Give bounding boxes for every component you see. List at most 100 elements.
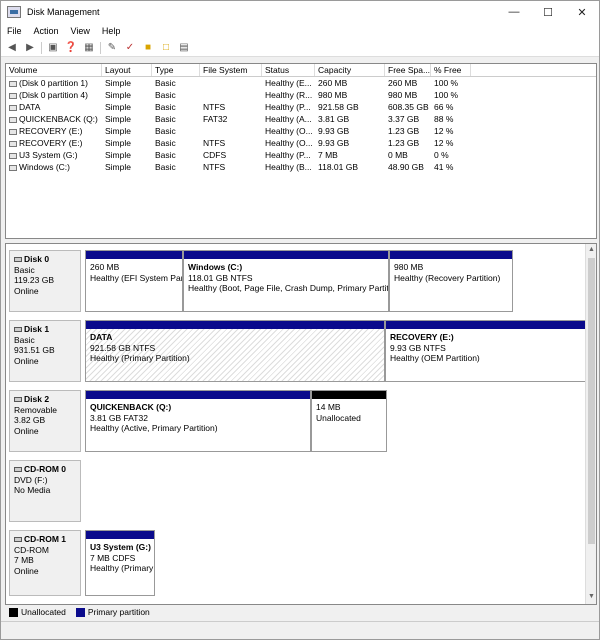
disk-status: Online (14, 565, 39, 576)
column-header-file-system[interactable]: File System (200, 64, 262, 76)
cell-text: 980 MB (318, 90, 348, 100)
cell-text: 3.81 GB (318, 114, 350, 124)
partition-size: 3.81 GB FAT32 (90, 412, 148, 423)
disk-type: Basic (14, 334, 35, 345)
partition[interactable]: QUICKENBACK (Q:) 3.81 GB FAT32 Healthy (Ac… (85, 390, 311, 452)
menu-view[interactable]: View (71, 26, 90, 36)
volume-row[interactable]: RECOVERY (E:) Simple Basic Healthy (O... 9.9… (6, 125, 596, 137)
cell-capacity: 9.93 GB (315, 125, 385, 137)
disk-status: Online (14, 355, 39, 366)
disk-name: Disk 0 (14, 254, 76, 265)
volume-row[interactable]: DATA Simple Basic NTFS Healthy (P... 921.58 G… (6, 101, 596, 113)
cell-text: 41 % (434, 162, 454, 172)
cell-capacity: 9.93 GB (315, 137, 385, 149)
partition[interactable]: RECOVERY (E:) 9.93 GB NTFS Healthy (OEM Pa… (385, 320, 587, 382)
cell-free-space: 48.90 GB (385, 161, 431, 173)
disk-label-4[interactable]: CD-ROM 1 CD-ROM 7 MB Online (9, 530, 81, 596)
disk-label-1[interactable]: Disk 1 Basic 931.51 GB Online (9, 320, 81, 382)
maximize-button[interactable]: ☐ (531, 1, 565, 23)
column-header-capacity[interactable]: Capacity (315, 64, 385, 76)
column-header-percent-free[interactable]: % Free (431, 64, 471, 76)
forward-arrow-icon[interactable]: ▶ (23, 41, 37, 55)
partition[interactable]: 980 MB Healthy (Recovery Partition) (389, 250, 513, 312)
column-header-status[interactable]: Status (262, 64, 315, 76)
connect-icon[interactable]: ✎ (105, 41, 119, 55)
cell-layout: Simple (102, 137, 152, 149)
partition[interactable]: DATA 921.58 GB NTFS Healthy (Primary Parti… (85, 320, 385, 382)
disk-label-0[interactable]: Disk 0 Basic 119.23 GB Online (9, 250, 81, 312)
column-header-type[interactable]: Type (152, 64, 200, 76)
cell-text: Basic (155, 114, 176, 124)
volume-row[interactable]: (Disk 0 partition 1) Simple Basic Healthy (… (6, 77, 596, 89)
column-header-volume[interactable]: Volume (6, 64, 102, 76)
partition[interactable]: 14 MB Unallocated (311, 390, 387, 452)
volume-row[interactable]: QUICKENBACK (Q:) Simple Basic FAT32 Healthy … (6, 113, 596, 125)
menu-action[interactable]: Action (34, 26, 59, 36)
help-icon[interactable]: ❓ (64, 41, 78, 55)
cell-text: DATA (19, 102, 41, 112)
cell-volume: DATA (6, 101, 102, 113)
partition-body: 260 MBHealthy (EFI System Partition) (86, 259, 182, 311)
cell-text: Simple (105, 138, 131, 148)
cell-status: Healthy (P... (262, 101, 315, 113)
disk-row: CD-ROM 0 DVD (F:) No Media (9, 460, 585, 522)
volume-row[interactable]: U3 System (G:) Simple Basic CDFS Healthy (P.… (6, 149, 596, 161)
disk-row: Disk 0 Basic 119.23 GB Online 260 MB Healthy … (9, 250, 585, 312)
list-view-icon[interactable]: ▤ (177, 41, 191, 55)
scroll-down-icon[interactable]: ▼ (587, 592, 596, 602)
column-header-free-space[interactable]: Free Spa... (385, 64, 431, 76)
volume-row[interactable]: RECOVERY (E:) Simple Basic NTFS Healthy (O..… (6, 137, 596, 149)
close-button[interactable]: ✕ (565, 1, 599, 23)
properties-icon[interactable]: ▦ (82, 41, 96, 55)
check-icon[interactable]: ✓ (123, 41, 137, 55)
disk-label-3[interactable]: CD-ROM 0 DVD (F:) No Media (9, 460, 81, 522)
cell-volume: QUICKENBACK (Q:) (6, 113, 102, 125)
cell-text: RECOVERY (E:) (19, 126, 83, 136)
cell-text: 1.23 GB (388, 138, 420, 148)
partition-size: 260 MB (90, 262, 120, 272)
partition[interactable]: U3 System (G:) 7 MB CDFS Healthy (Primary … (85, 530, 155, 596)
status-bar (1, 621, 599, 639)
menu-file[interactable]: File (7, 26, 22, 36)
volume-icon (9, 81, 17, 87)
column-header-layout[interactable]: Layout (102, 64, 152, 76)
partition-body: DATA 921.58 GB NTFS Healthy (Primary Parti… (86, 329, 384, 381)
partition-status: Healthy (Boot, Page File, Crash Dump, Pr… (188, 283, 388, 293)
partition[interactable]: Windows (C:) 118.01 GB NTFS Healthy (Boot,… (183, 250, 389, 312)
folder-icon[interactable]: ■ (141, 41, 155, 55)
back-arrow-icon[interactable]: ◀ (5, 41, 19, 55)
cell-text: Healthy (E... (265, 78, 312, 88)
volume-row[interactable]: Windows (C:) Simple Basic NTFS Healthy (B...… (6, 161, 596, 173)
cell-text: NTFS (203, 138, 226, 148)
cell-free-space: 3.37 GB (385, 113, 431, 125)
partition-body: Windows (C:) 118.01 GB NTFS Healthy (Boot,… (184, 259, 388, 311)
cell-free-space: 980 MB (385, 89, 431, 101)
partition-size: 118.01 GB NTFS (188, 272, 253, 283)
cell-status: Healthy (B... (262, 161, 315, 173)
cell-text: Basic (155, 78, 176, 88)
cell-capacity: 980 MB (315, 89, 385, 101)
cell-percent-free: 12 % (431, 125, 471, 137)
cell-type: Basic (152, 125, 200, 137)
up-level-icon[interactable]: ▣ (46, 41, 60, 55)
cell-file-system: NTFS (200, 137, 262, 149)
vertical-scrollbar[interactable]: ▲ ▼ (585, 244, 596, 604)
cell-layout: Simple (102, 89, 152, 101)
cell-percent-free: 12 % (431, 137, 471, 149)
minimize-button[interactable]: — (497, 1, 531, 23)
cell-layout: Simple (102, 149, 152, 161)
cell-text: Basic (155, 138, 176, 148)
disk-name-text: CD-ROM 0 (24, 464, 67, 474)
scroll-up-icon[interactable]: ▲ (587, 245, 596, 255)
disk-size: 7 MB (14, 555, 34, 565)
menu-help[interactable]: Help (102, 26, 121, 36)
partition[interactable]: 260 MBHealthy (EFI System Partition) (85, 250, 183, 312)
partition-status: Healthy (Recovery Partition) (394, 272, 501, 283)
disk-label-2[interactable]: Disk 2 Removable 3.82 GB Online (9, 390, 81, 452)
volume-row[interactable]: (Disk 0 partition 4) Simple Basic Healthy (… (6, 89, 596, 101)
open-folder-icon[interactable]: □ (159, 41, 173, 55)
partition-type-bar (390, 251, 512, 259)
cell-percent-free: 41 % (431, 161, 471, 173)
scrollbar-thumb[interactable] (588, 258, 595, 544)
cell-text: 608.35 GB (388, 102, 429, 112)
